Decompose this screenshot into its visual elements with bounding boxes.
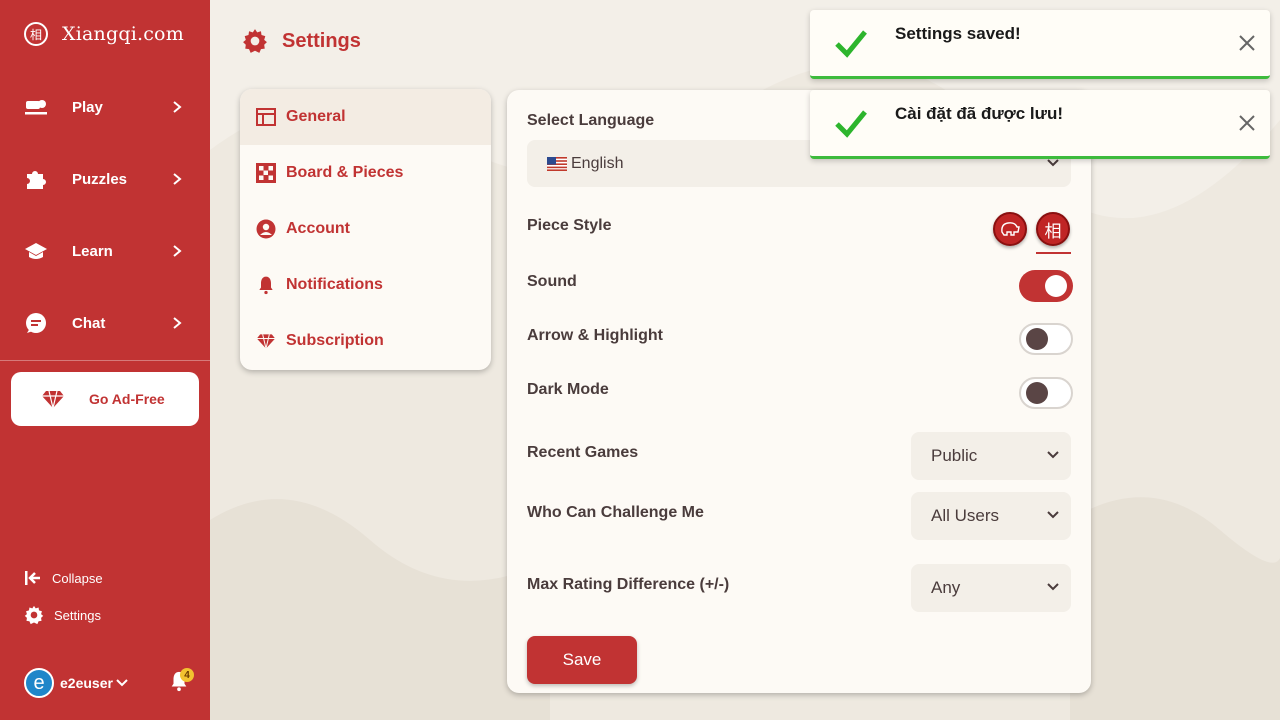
chevron-down-icon: [116, 679, 128, 687]
settings-menu-label: General: [286, 108, 346, 125]
bell-icon: [256, 275, 276, 295]
settings-menu-board-pieces[interactable]: Board & Pieces: [240, 145, 491, 201]
brand-name: Xiangqi.com: [62, 23, 184, 45]
diamond-icon: [256, 331, 276, 351]
page-title: Settings: [242, 28, 361, 54]
graduation-cap-icon: [24, 239, 48, 263]
settings-menu-label: Subscription: [286, 332, 384, 349]
chevron-right-icon: [173, 317, 182, 329]
chevron-right-icon: [173, 173, 182, 185]
chevron-down-icon: [1047, 451, 1059, 459]
sidebar-item-label: Puzzles: [72, 170, 128, 188]
toggle-knob: [1026, 382, 1048, 404]
chevron-right-icon: [173, 101, 182, 113]
toast-message: Settings saved!: [895, 24, 1021, 43]
page-title-text: Settings: [282, 29, 361, 52]
sidebar-item-label: Chat: [72, 314, 106, 332]
arrow-highlight-label: Arrow & Highlight: [527, 327, 663, 344]
sidebar-item-label: Play: [72, 98, 103, 116]
gear-icon: [24, 605, 44, 625]
sidebar-divider: [0, 360, 210, 361]
chevron-down-icon: [1047, 583, 1059, 591]
language-label: Select Language: [527, 112, 655, 129]
settings-menu-subscription[interactable]: Subscription: [240, 313, 491, 369]
sidebar-item-learn[interactable]: Learn: [0, 231, 210, 271]
gear-icon: [243, 29, 267, 53]
language-value: English: [571, 154, 624, 172]
check-icon: [835, 30, 867, 58]
piece-style-selected-indicator: [1036, 252, 1071, 254]
settings-menu-account[interactable]: Account: [240, 201, 491, 257]
us-flag-icon: [547, 156, 567, 171]
notification-badge: 4: [180, 668, 194, 682]
sound-label: Sound: [527, 273, 577, 290]
check-icon: [835, 110, 867, 138]
toast-success: Settings saved!: [810, 10, 1270, 79]
go-ad-free-button[interactable]: Go Ad-Free: [11, 372, 199, 426]
puzzle-icon: [24, 167, 48, 191]
go-ad-free-label: Go Ad-Free: [89, 391, 165, 407]
layout-icon: [256, 107, 276, 127]
brand[interactable]: 相 Xiangqi.com: [24, 22, 184, 46]
avatar: e: [24, 668, 54, 698]
settings-label: Settings: [54, 607, 101, 623]
piece-style-label: Piece Style: [527, 217, 612, 234]
sidebar-settings-link[interactable]: Settings: [24, 605, 101, 625]
diamond-icon: [42, 390, 64, 409]
toggle-knob: [1026, 328, 1048, 350]
settings-menu-label: Account: [286, 220, 350, 237]
rating-difference-select[interactable]: Any: [911, 564, 1071, 612]
chevron-right-icon: [173, 245, 182, 257]
checkerboard-icon: [256, 163, 276, 183]
settings-menu: General Board & Pieces Account Notificat…: [240, 89, 491, 370]
chat-icon: [24, 311, 48, 335]
settings-menu-general[interactable]: General: [240, 89, 491, 145]
recent-games-value: Public: [931, 446, 978, 465]
elephant-icon: [1001, 222, 1020, 236]
challenge-value: All Users: [931, 506, 1000, 525]
toggle-knob: [1045, 275, 1067, 297]
close-icon[interactable]: [1238, 34, 1256, 52]
settings-menu-notifications[interactable]: Notifications: [240, 257, 491, 313]
recent-games-select[interactable]: Public: [911, 432, 1071, 480]
rating-difference-label: Max Rating Difference (+/-): [527, 576, 730, 593]
collapse-button[interactable]: Collapse: [24, 570, 103, 586]
sidebar-item-chat[interactable]: Chat: [0, 303, 210, 343]
sidebar-item-play[interactable]: Play: [0, 87, 210, 127]
sound-toggle[interactable]: [1019, 270, 1073, 302]
chevron-down-icon: [1047, 511, 1059, 519]
sidebar: 相 Xiangqi.com Play Puzzles Learn Chat Go…: [0, 0, 210, 720]
arrow-highlight-toggle[interactable]: [1019, 323, 1073, 355]
user-circle-icon: [256, 219, 276, 239]
collapse-label: Collapse: [52, 570, 103, 586]
rating-difference-value: Any: [931, 578, 961, 597]
piece-style-pictorial-button[interactable]: [993, 212, 1027, 246]
username: e2euser: [60, 675, 113, 691]
play-icon: [24, 95, 48, 119]
challenge-label: Who Can Challenge Me: [527, 504, 704, 521]
close-icon[interactable]: [1238, 114, 1256, 132]
sidebar-item-puzzles[interactable]: Puzzles: [0, 159, 210, 199]
brand-logo-icon: 相: [24, 22, 48, 46]
challenge-select[interactable]: All Users: [911, 492, 1071, 540]
toast-success: Cài đặt đã được lưu!: [810, 90, 1270, 159]
save-button[interactable]: Save: [527, 636, 637, 684]
dark-mode-label: Dark Mode: [527, 381, 609, 398]
piece-style-traditional-button[interactable]: 相: [1036, 212, 1070, 246]
toast-message: Cài đặt đã được lưu!: [895, 104, 1063, 123]
chevron-down-icon: [1047, 159, 1059, 167]
collapse-icon: [25, 571, 40, 585]
user-menu[interactable]: e e2euser: [24, 668, 128, 698]
settings-menu-label: Notifications: [286, 276, 383, 293]
recent-games-label: Recent Games: [527, 444, 639, 461]
dark-mode-toggle[interactable]: [1019, 377, 1073, 409]
settings-menu-label: Board & Pieces: [286, 164, 404, 181]
general-settings-panel: Select Language English Piece Style 相 So…: [507, 90, 1091, 693]
sidebar-item-label: Learn: [72, 242, 113, 260]
